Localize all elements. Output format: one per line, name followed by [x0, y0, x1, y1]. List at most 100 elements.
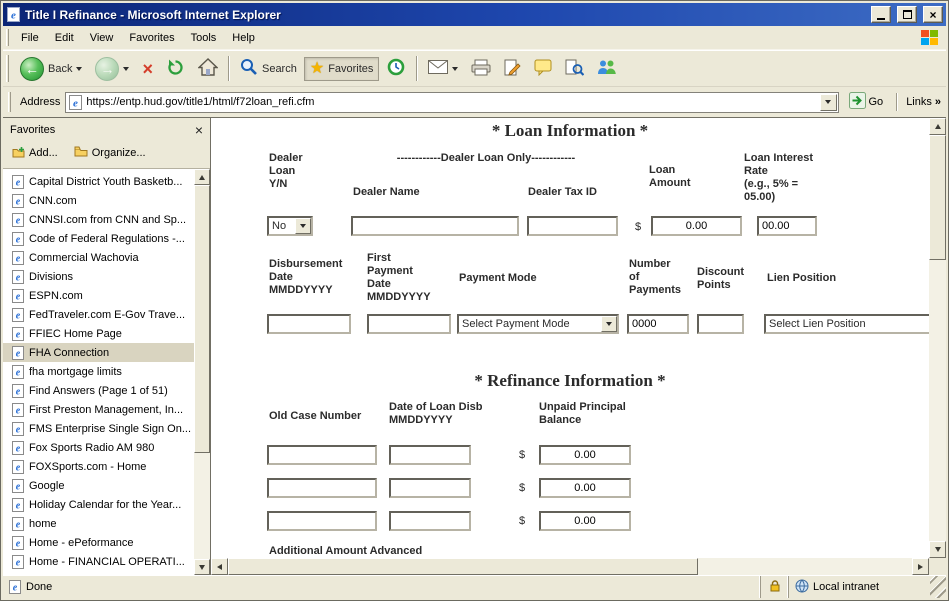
- favorite-item[interactable]: e FFIEC Home Page: [3, 324, 194, 343]
- favorite-item[interactable]: e ESPN.com: [3, 286, 194, 305]
- favorite-item[interactable]: e Home - FINANCIAL OPERATI...: [3, 552, 194, 571]
- organize-favorites-button[interactable]: Organize...: [74, 146, 146, 160]
- favorite-item[interactable]: e Code of Federal Regulations -...: [3, 229, 194, 248]
- vertical-scrollbar[interactable]: [929, 118, 946, 558]
- stop-button[interactable]: ×: [136, 56, 159, 82]
- unpaid-principal-label: Unpaid Principal Balance: [539, 401, 626, 427]
- favorite-item[interactable]: e Find Answers (Page 1 of 51): [3, 381, 194, 400]
- scrollbar-thumb[interactable]: [929, 135, 946, 260]
- add-favorite-button[interactable]: Add...: [12, 146, 58, 161]
- history-button[interactable]: [380, 53, 412, 84]
- horizontal-scrollbar[interactable]: [211, 558, 946, 575]
- favorite-item-label: Home - FINANCIAL OPERATI...: [29, 556, 185, 568]
- ie-page-icon: e: [12, 479, 24, 493]
- favorite-item[interactable]: e Capital District Youth Basketb...: [3, 172, 194, 191]
- favorites-button[interactable]: ★ Favorites: [304, 57, 380, 81]
- scroll-down-button[interactable]: [194, 559, 210, 575]
- first-payment-date-input[interactable]: [367, 314, 451, 334]
- minimize-button[interactable]: [871, 6, 891, 23]
- menu-item[interactable]: File: [13, 28, 47, 48]
- favorite-item[interactable]: e CNNSI.com from CNN and Sp...: [3, 210, 194, 229]
- select-dropdown-button[interactable]: [601, 316, 617, 332]
- unpaid-principal-input[interactable]: [539, 478, 631, 498]
- discuss-button[interactable]: [528, 55, 558, 83]
- old-case-number-input[interactable]: [267, 511, 377, 531]
- unpaid-principal-input[interactable]: [539, 445, 631, 465]
- dealer-name-input[interactable]: [351, 216, 519, 236]
- favorite-item[interactable]: e Home - ePeformance: [3, 533, 194, 552]
- favorite-item[interactable]: e CNN.com: [3, 191, 194, 210]
- edit-button[interactable]: [498, 55, 527, 83]
- forward-button[interactable]: →: [89, 53, 135, 85]
- address-dropdown-button[interactable]: [820, 94, 837, 111]
- resize-grip[interactable]: [930, 576, 946, 598]
- loan-interest-rate-input[interactable]: [757, 216, 817, 236]
- old-case-number-input[interactable]: [267, 478, 377, 498]
- lien-position-select[interactable]: Select Lien Position: [764, 314, 929, 334]
- chevron-down-icon: [123, 67, 129, 71]
- favorite-item-label: Divisions: [29, 271, 73, 283]
- menu-item[interactable]: Favorites: [121, 28, 182, 48]
- menu-item[interactable]: Tools: [183, 28, 225, 48]
- refresh-button[interactable]: [160, 54, 191, 84]
- favorites-close-button[interactable]: ×: [195, 123, 203, 137]
- toolbar-grip[interactable]: [6, 55, 9, 82]
- date-of-loan-disb-input[interactable]: [389, 511, 471, 531]
- loan-amount-input[interactable]: [651, 216, 742, 236]
- favorite-item[interactable]: e Commercial Wachovia: [3, 248, 194, 267]
- scroll-down-button[interactable]: [929, 541, 946, 558]
- favorite-item[interactable]: e FHA Connection: [3, 343, 194, 362]
- old-case-number-input[interactable]: [267, 445, 377, 465]
- scroll-up-button[interactable]: [929, 118, 946, 135]
- scrollbar-track[interactable]: [929, 260, 946, 541]
- addressbar-grip[interactable]: [8, 92, 11, 112]
- links-bar[interactable]: Links »: [906, 96, 942, 108]
- select-dropdown-button[interactable]: [295, 218, 311, 234]
- scroll-right-button[interactable]: [912, 558, 929, 575]
- go-button[interactable]: Go: [844, 89, 889, 115]
- favorite-item[interactable]: e FedTraveler.com E-Gov Trave...: [3, 305, 194, 324]
- favorite-item[interactable]: e Fox Sports Radio AM 980: [3, 438, 194, 457]
- ie-page-icon: e: [9, 580, 21, 594]
- scrollbar-thumb[interactable]: [194, 185, 210, 453]
- maximize-button[interactable]: [897, 6, 917, 23]
- mail-button[interactable]: [422, 56, 464, 81]
- favorite-item[interactable]: e home: [3, 514, 194, 533]
- date-of-loan-disb-input[interactable]: [389, 478, 471, 498]
- address-input[interactable]: e https://entp.hud.gov/title1/html/f72lo…: [65, 92, 838, 113]
- payment-mode-select[interactable]: Select Payment Mode: [457, 314, 619, 334]
- print-icon: [471, 59, 491, 79]
- scrollbar-track[interactable]: [194, 453, 210, 559]
- scroll-left-button[interactable]: [211, 558, 228, 575]
- favorite-item[interactable]: e FOXSports.com - Home: [3, 457, 194, 476]
- menu-item[interactable]: Help: [224, 28, 263, 48]
- favorite-item[interactable]: e fha mortgage limits: [3, 362, 194, 381]
- menu-item[interactable]: View: [82, 28, 122, 48]
- dealer-tax-id-input[interactable]: [527, 216, 618, 236]
- number-of-payments-input[interactable]: [627, 314, 689, 334]
- scroll-up-button[interactable]: [194, 169, 210, 185]
- research-button[interactable]: [559, 55, 590, 83]
- back-label: Back: [48, 63, 72, 75]
- messenger-button[interactable]: [591, 55, 622, 82]
- date-of-loan-disb-input[interactable]: [389, 445, 471, 465]
- menu-item[interactable]: Edit: [47, 28, 82, 48]
- unpaid-principal-input[interactable]: [539, 511, 631, 531]
- favorites-scrollbar[interactable]: [194, 169, 210, 575]
- favorite-item[interactable]: e Divisions: [3, 267, 194, 286]
- favorite-item[interactable]: e Holiday Calendar for the Year...: [3, 495, 194, 514]
- home-button[interactable]: [192, 54, 224, 83]
- print-button[interactable]: [465, 55, 497, 83]
- scrollbar-thumb[interactable]: [228, 558, 698, 575]
- dealer-loan-select[interactable]: No: [267, 216, 313, 236]
- back-button[interactable]: ← Back: [14, 53, 88, 85]
- disbursement-date-input[interactable]: [267, 314, 351, 334]
- discount-points-input[interactable]: [697, 314, 744, 334]
- favorite-item[interactable]: e FMS Enterprise Single Sign On...: [3, 419, 194, 438]
- menubar-grip[interactable]: [6, 29, 9, 46]
- favorite-item[interactable]: e Google: [3, 476, 194, 495]
- scrollbar-track[interactable]: [698, 558, 912, 575]
- favorite-item[interactable]: e First Preston Management, In...: [3, 400, 194, 419]
- search-button[interactable]: Search: [234, 54, 303, 83]
- close-button[interactable]: ×: [923, 6, 943, 23]
